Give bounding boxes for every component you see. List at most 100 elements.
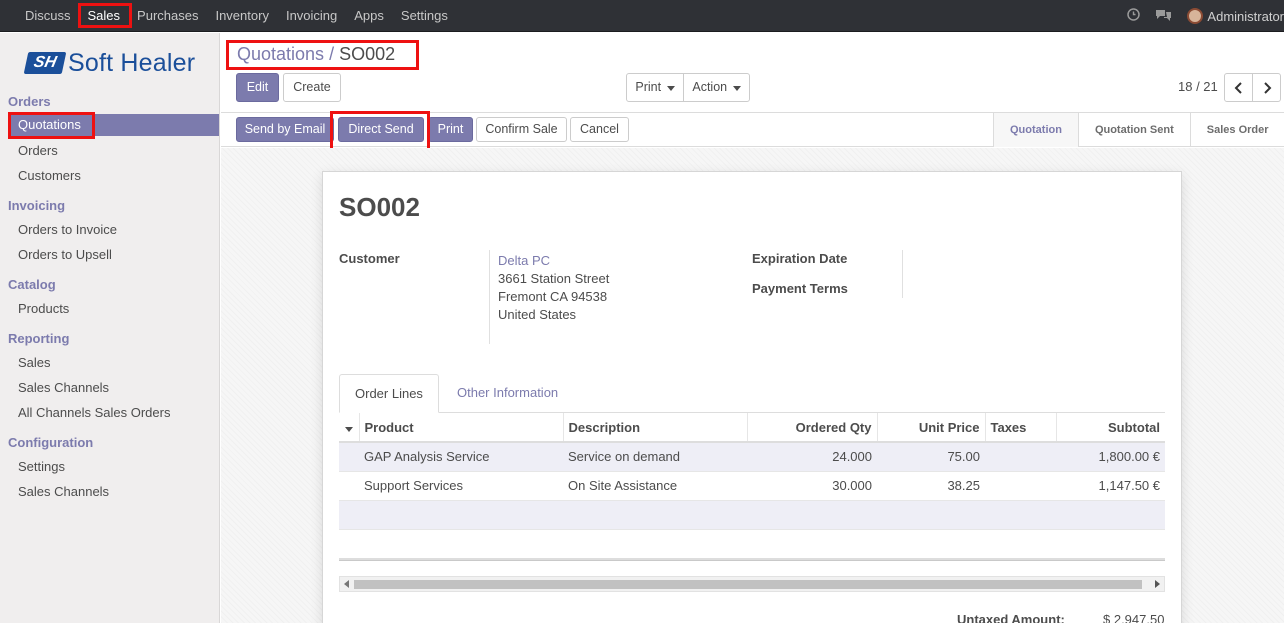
sidebar-item-products[interactable]: Products (18, 301, 69, 316)
customer-city: Fremont CA 94538 (498, 289, 608, 304)
customer-link[interactable]: Delta PC (498, 252, 609, 270)
column-description[interactable]: Description (563, 413, 748, 443)
tab-other-information[interactable]: Other Information (442, 374, 573, 413)
cell-taxes[interactable] (985, 442, 1056, 472)
stage-pipeline: Quotation Quotation Sent Sales Order (993, 113, 1284, 147)
cell-description[interactable]: On Site Assistance (563, 471, 747, 501)
clock-icon[interactable] (1127, 8, 1141, 24)
scroll-right-icon[interactable] (1155, 580, 1160, 588)
cell-product[interactable]: GAP Analysis Service (359, 442, 563, 472)
breadcrumb-quotations[interactable]: Quotations (237, 44, 324, 64)
send-by-email-button[interactable]: Send by Email (236, 117, 334, 142)
column-taxes[interactable]: Taxes (985, 413, 1057, 443)
cell-qty[interactable]: 30.000 (747, 471, 877, 501)
app-menu: Discuss Sales Purchases Inventory Invoic… (0, 0, 457, 32)
tab-order-lines[interactable]: Order Lines (339, 374, 439, 413)
customer-label: Customer (339, 251, 400, 266)
expiration-date-label: Expiration Date (752, 251, 848, 266)
menu-invoicing[interactable]: Invoicing (278, 0, 346, 32)
column-subtotal[interactable]: Subtotal (1056, 413, 1165, 443)
menu-inventory[interactable]: Inventory (207, 0, 277, 32)
sidebar-item-sales-channels[interactable]: Sales Channels (18, 380, 109, 395)
confirm-sale-button[interactable]: Confirm Sale (476, 117, 567, 142)
menu-settings[interactable]: Settings (393, 0, 457, 32)
cell-unit-price[interactable]: 75.00 (877, 442, 985, 472)
column-product[interactable]: Product (359, 413, 564, 443)
cell-unit-price[interactable]: 38.25 (877, 471, 985, 501)
empty-cell[interactable] (339, 500, 1165, 530)
sort-toggle[interactable] (339, 413, 360, 443)
direct-send-button[interactable]: Direct Send (338, 117, 424, 142)
user-name[interactable]: Administrator (1207, 9, 1284, 24)
sidebar-item-settings[interactable]: Settings (18, 459, 65, 474)
sidebar-section-catalog: Catalog (8, 277, 56, 292)
breadcrumb-separator: / (329, 44, 335, 64)
pager-previous-button[interactable] (1224, 73, 1253, 102)
softhealer-logo: SH Soft Healer (23, 48, 196, 77)
untaxed-amount-value: $ 2,947.50 (1103, 612, 1165, 623)
sidebar-item-orders-to-invoice[interactable]: Orders to Invoice (18, 222, 117, 237)
breadcrumb-current: SO002 (339, 44, 396, 64)
sidebar-item-orders[interactable]: Orders (18, 143, 58, 158)
sidebar-section-orders: Orders (8, 94, 51, 109)
sidebar-item-all-channels-sales-orders[interactable]: All Channels Sales Orders (18, 405, 170, 420)
horizontal-scrollbar[interactable] (339, 576, 1165, 592)
cell-qty[interactable]: 24.000 (747, 442, 877, 472)
caret-down-icon (732, 86, 741, 91)
customer-country: United States (498, 307, 577, 322)
systray: Administrator (1127, 0, 1284, 32)
customer-street: 3661 Station Street (498, 271, 610, 286)
cell-product[interactable]: Support Services (359, 471, 563, 501)
pager-next-button[interactable] (1252, 73, 1281, 102)
table-row[interactable]: Support Services On Site Assistance 30.0… (339, 471, 1165, 501)
print-button[interactable]: Print (428, 117, 473, 142)
scrollbar-thumb[interactable] (354, 580, 1142, 589)
cell-subtotal: 1,147.50 € (1056, 471, 1165, 501)
user-avatar[interactable] (1187, 8, 1204, 24)
row-spacer (339, 471, 359, 501)
stage-quotation[interactable]: Quotation (993, 113, 1078, 147)
logo-text: Soft Healer (68, 48, 196, 77)
column-ordered-qty[interactable]: Ordered Qty (747, 413, 878, 443)
sidebar-item-quotations[interactable]: Quotations (8, 114, 219, 136)
sidebar-item-config-sales-channels[interactable]: Sales Channels (18, 484, 109, 499)
chevron-left-icon (1234, 82, 1242, 94)
table-row[interactable]: GAP Analysis Service Service on demand 2… (339, 442, 1165, 472)
sidebar-item-sales[interactable]: Sales (18, 355, 51, 370)
print-dropdown-label: Print (635, 80, 662, 94)
menu-sales[interactable]: Sales (80, 0, 130, 32)
empty-row[interactable] (339, 500, 1165, 530)
sidebar-section-invoicing: Invoicing (8, 198, 66, 213)
action-dropdown[interactable]: Action (683, 73, 750, 102)
row-spacer (339, 442, 359, 472)
chat-icon[interactable] (1155, 8, 1172, 24)
cell-taxes[interactable] (985, 471, 1056, 501)
field-divider (489, 250, 490, 344)
menu-purchases[interactable]: Purchases (129, 0, 207, 32)
caret-down-icon (345, 426, 353, 432)
stage-quotation-sent[interactable]: Quotation Sent (1077, 113, 1190, 147)
sidebar-item-orders-to-upsell[interactable]: Orders to Upsell (18, 247, 112, 262)
sidebar-item-customers[interactable]: Customers (18, 168, 81, 183)
cancel-button[interactable]: Cancel (570, 117, 629, 142)
action-dropdown-label: Action (692, 80, 728, 94)
caret-down-icon (666, 86, 675, 91)
untaxed-amount-label: Untaxed Amount: (957, 612, 1065, 623)
column-unit-price[interactable]: Unit Price (877, 413, 986, 443)
breadcrumb: Quotations / SO002 (237, 44, 395, 65)
menu-discuss[interactable]: Discuss (0, 0, 80, 32)
cell-description[interactable]: Service on demand (563, 442, 747, 472)
menu-apps[interactable]: Apps (346, 0, 393, 32)
print-dropdown[interactable]: Print (626, 73, 684, 102)
edit-button[interactable]: Edit (236, 73, 279, 102)
scroll-left-icon[interactable] (344, 580, 349, 588)
sidebar-section-configuration: Configuration (8, 435, 94, 450)
stage-sales-order[interactable]: Sales Order (1189, 113, 1284, 147)
create-button[interactable]: Create (283, 73, 341, 102)
chevron-right-icon (1263, 82, 1271, 94)
table-footer-border (339, 558, 1165, 561)
field-divider (902, 250, 903, 298)
order-title: SO002 (339, 192, 420, 222)
pager-value[interactable]: 18 / 21 (1178, 79, 1218, 94)
sidebar-section-reporting: Reporting (8, 331, 70, 346)
